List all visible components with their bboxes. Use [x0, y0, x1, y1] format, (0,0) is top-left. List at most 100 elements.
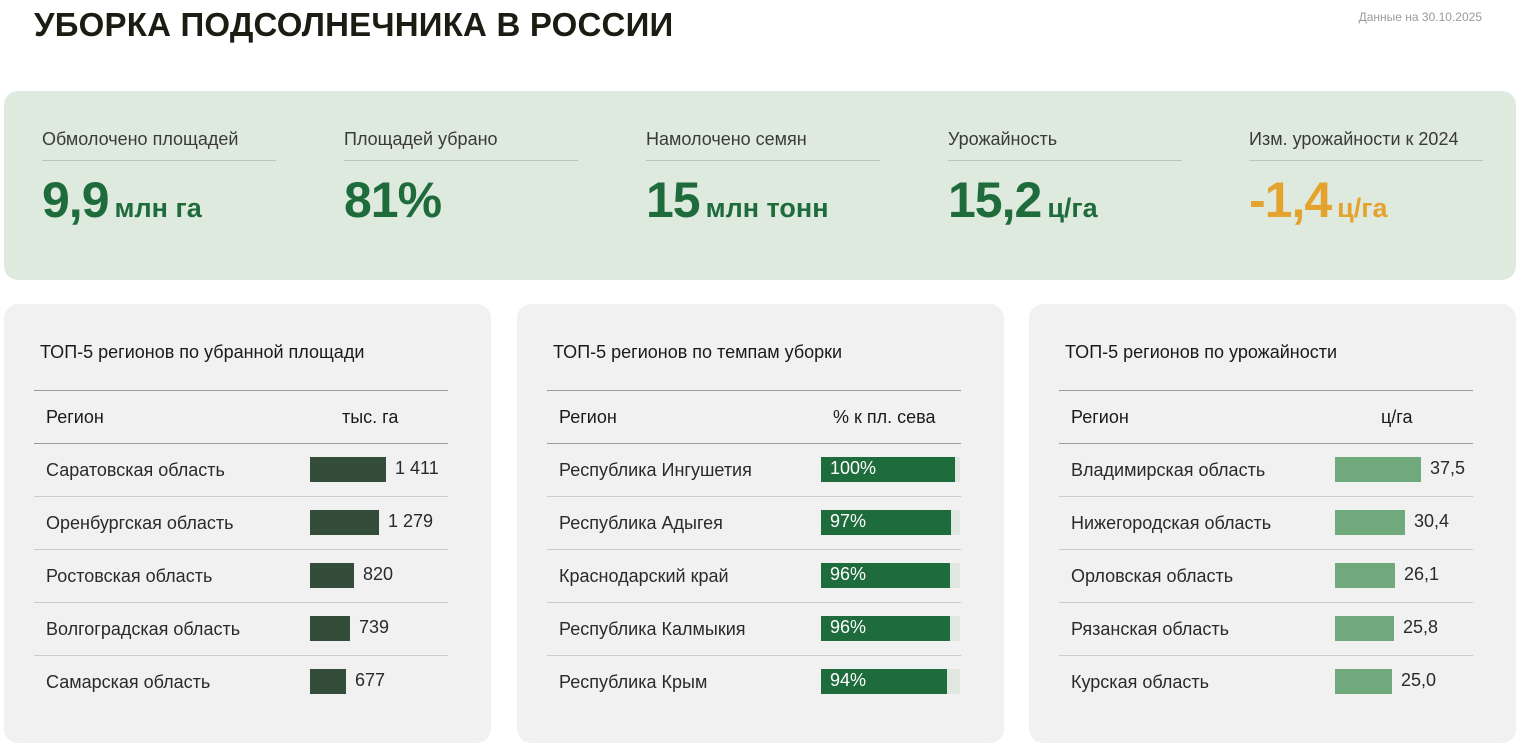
- kpi-number: 9,9: [42, 172, 110, 228]
- table-top-yield: Регион ц/га Владимирская область 37,5 Ниже…: [1059, 390, 1473, 709]
- column-header-value: % к пл. сева: [833, 407, 936, 427]
- bar-value-label: 97%: [830, 511, 867, 531]
- bar-value-label: 677: [355, 670, 386, 690]
- value-bar: [1335, 616, 1394, 641]
- value-bar: [1335, 510, 1405, 535]
- bar-value-label: 25,0: [1401, 670, 1437, 690]
- table-row: Республика Адыгея 97%: [547, 497, 961, 550]
- region-name: Ростовская область: [46, 566, 213, 586]
- table-row: Курская область 25,0: [1059, 656, 1473, 709]
- page-title: УБОРКА ПОДСОЛНЕЧНИКА В РОССИИ: [34, 6, 674, 43]
- region-name: Владимирская область: [1071, 460, 1266, 480]
- column-header-region: Регион: [46, 407, 104, 427]
- card-title: ТОП-5 регионов по урожайности: [1065, 342, 1338, 362]
- table-body: Саратовская область 1 411 Оренбургская обл…: [34, 444, 448, 709]
- value-bar: [310, 457, 386, 482]
- region-name: Краснодарский край: [559, 566, 729, 586]
- region-name: Курская область: [1071, 672, 1209, 692]
- value-bar: [310, 563, 354, 588]
- kpi-label: Намолочено семян: [646, 129, 880, 161]
- bar-value-label: 37,5: [1430, 458, 1466, 478]
- table-row: Нижегородская область 30,4: [1059, 497, 1473, 550]
- table-body: Республика Ингушетия 100% Республика Адыге…: [547, 444, 961, 709]
- region-name: Саратовская область: [46, 460, 225, 480]
- kpi-number: 15,2: [948, 172, 1042, 228]
- table-row: Краснодарский край 96%: [547, 550, 961, 603]
- bar-value-label: 100%: [830, 458, 877, 478]
- region-name: Республика Калмыкия: [559, 619, 746, 639]
- bar-value-label: 1 411: [395, 458, 439, 478]
- value-bar: [310, 616, 350, 641]
- table-row: Республика Ингушетия 100%: [547, 444, 961, 497]
- kpi-panel: Обмолочено площадей 9,9 млн га Площадей у…: [4, 91, 1516, 280]
- card-title: ТОП-5 регионов по убранной площади: [40, 342, 365, 362]
- bar-value-label: 820: [363, 564, 394, 584]
- table-row: Владимирская область 37,5: [1059, 444, 1473, 497]
- table-row: Рязанская область 25,8: [1059, 603, 1473, 656]
- kpi-threshed-area: Обмолочено площадей 9,9 млн га: [42, 129, 276, 229]
- card-top-pace: ТОП-5 регионов по темпам уборки Регион %…: [517, 304, 1004, 743]
- kpi-label: Площадей убрано: [344, 129, 578, 161]
- table-row: Оренбургская область 1 279: [34, 497, 448, 550]
- value-bar: [1335, 669, 1392, 694]
- region-name: Нижегородская область: [1071, 513, 1272, 533]
- kpi-unit: ц/га: [1047, 193, 1098, 223]
- table-row: Республика Калмыкия 96%: [547, 603, 961, 656]
- value-bar: [1335, 563, 1395, 588]
- table-header: Регион % к пл. сева: [547, 391, 961, 444]
- kpi-yield: Урожайность 15,2 ц/га: [948, 129, 1182, 229]
- bar-value-label: 739: [359, 617, 390, 637]
- kpi-number: 81%: [344, 172, 442, 228]
- kpi-value: 81%: [344, 171, 578, 229]
- kpi-label: Обмолочено площадей: [42, 129, 276, 161]
- kpi-seeds-threshed: Намолочено семян 15 млн тонн: [646, 129, 880, 229]
- region-name: Рязанская область: [1071, 619, 1230, 639]
- bar-value-label: 30,4: [1414, 511, 1450, 531]
- table-row: Самарская область 677: [34, 656, 448, 709]
- card-top-yield: ТОП-5 регионов по урожайности Регион ц/г…: [1029, 304, 1516, 743]
- kpi-value: 9,9 млн га: [42, 171, 276, 229]
- kpi-harvested-share: Площадей убрано 81%: [344, 129, 578, 229]
- region-name: Республика Крым: [559, 672, 708, 692]
- region-name: Орловская область: [1071, 566, 1234, 586]
- table-row: Волгоградская область 739: [34, 603, 448, 656]
- kpi-unit: ц/га: [1337, 193, 1388, 223]
- column-header-value: тыс. га: [342, 407, 399, 427]
- region-name: Волгоградская область: [46, 619, 241, 639]
- column-header-value: ц/га: [1381, 407, 1413, 427]
- kpi-label: Урожайность: [948, 129, 1182, 161]
- value-bar: [310, 669, 346, 694]
- table-header: Регион ц/га: [1059, 391, 1473, 444]
- bar-value-label: 94%: [830, 670, 867, 690]
- value-bar: [310, 510, 379, 535]
- table-top-pace: Регион % к пл. сева Республика Ингушетия…: [547, 390, 961, 709]
- kpi-label: Изм. урожайности к 2024: [1249, 129, 1483, 161]
- region-name: Республика Адыгея: [559, 513, 723, 533]
- table-row: Республика Крым 94%: [547, 656, 961, 709]
- table-row: Ростовская область 820: [34, 550, 448, 603]
- kpi-number: 15: [646, 172, 701, 228]
- table-row: Саратовская область 1 411: [34, 444, 448, 497]
- kpi-value: 15,2 ц/га: [948, 171, 1182, 229]
- column-header-region: Регион: [559, 407, 617, 427]
- bar-value-label: 96%: [830, 564, 867, 584]
- bar-value-label: 1 279: [388, 511, 434, 531]
- kpi-yield-change: Изм. урожайности к 2024 -1,4 ц/га: [1249, 129, 1483, 229]
- table-row: Орловская область 26,1: [1059, 550, 1473, 603]
- region-name: Республика Ингушетия: [559, 460, 752, 480]
- kpi-unit: млн тонн: [705, 193, 829, 223]
- data-date: Данные на 30.10.2025: [1358, 10, 1482, 24]
- table-top-area: Регион тыс. га Саратовская область 1 411 О…: [34, 390, 448, 709]
- card-title: ТОП-5 регионов по темпам уборки: [553, 342, 843, 362]
- table-header: Регион тыс. га: [34, 391, 448, 444]
- card-top-area: ТОП-5 регионов по убранной площади Регио…: [4, 304, 491, 743]
- kpi-value: -1,4 ц/га: [1249, 171, 1483, 229]
- table-body: Владимирская область 37,5 Нижегородская об…: [1059, 444, 1473, 709]
- column-header-region: Регион: [1071, 407, 1129, 427]
- value-bar: [1335, 457, 1421, 482]
- kpi-number: -1,4: [1249, 172, 1332, 228]
- region-name: Оренбургская область: [46, 513, 234, 533]
- kpi-value: 15 млн тонн: [646, 171, 880, 229]
- region-name: Самарская область: [46, 672, 211, 692]
- bar-value-label: 26,1: [1404, 564, 1440, 584]
